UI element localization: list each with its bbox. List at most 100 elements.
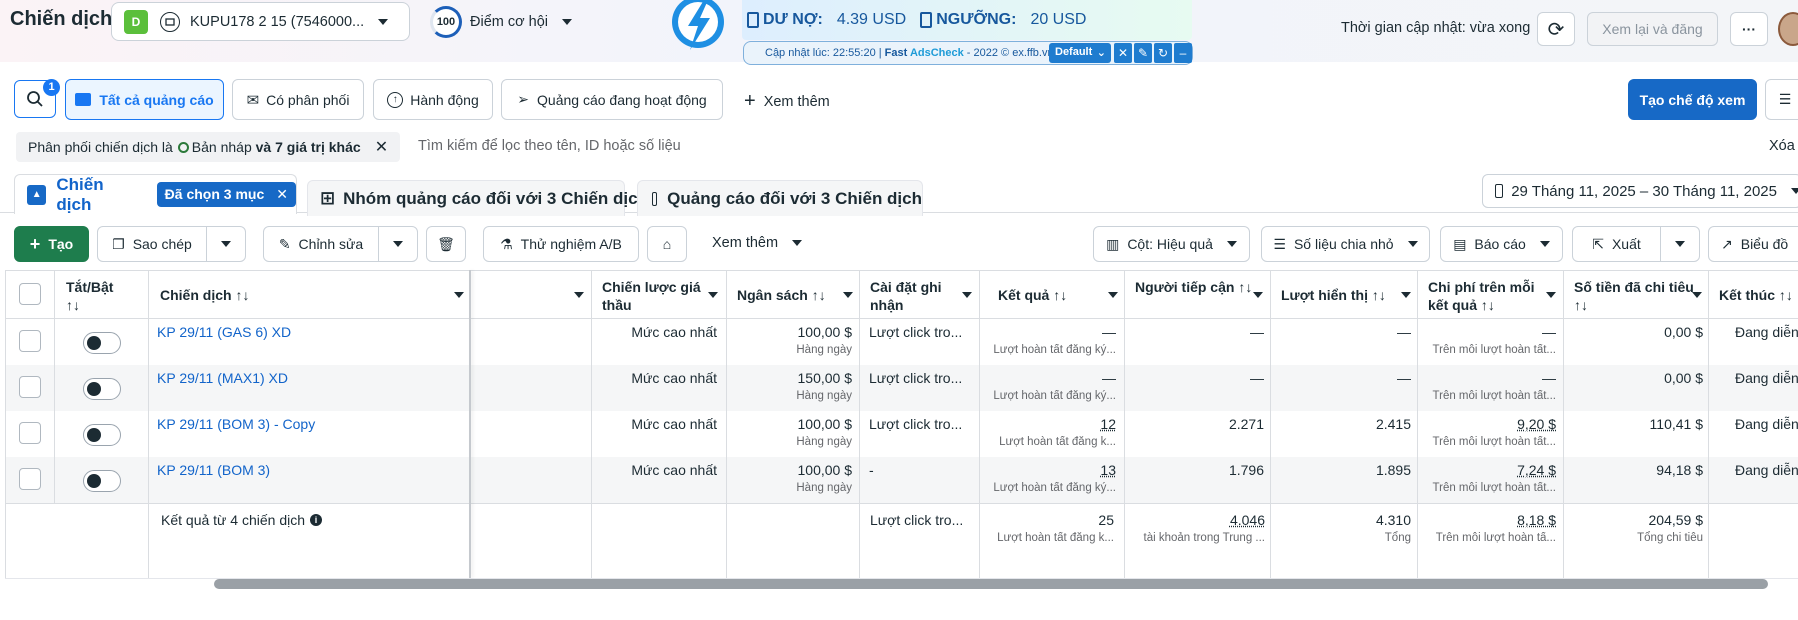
- chevron-down-icon: [792, 240, 803, 246]
- budget-sub: Hàng ngày: [796, 436, 852, 448]
- col-impressions[interactable]: Lượt hiển thị ↑↓: [1271, 272, 1417, 320]
- ab-test-button[interactable]: ⚗ Thử nghiệm A/B: [483, 226, 639, 262]
- filter-chip[interactable]: Phân phối chiến dịch là Bản nháp và 7 gi…: [16, 132, 400, 162]
- campaign-toggle[interactable]: [83, 470, 121, 492]
- edit-dropdown[interactable]: [378, 226, 418, 262]
- create-view-button[interactable]: Tạo chế độ xem: [1628, 79, 1757, 120]
- active-ads-tab[interactable]: ➢ Quảng cáo đang hoạt động: [501, 79, 723, 120]
- refresh-icon[interactable]: ↻: [1154, 43, 1172, 63]
- tag-button[interactable]: ⌂: [647, 226, 687, 262]
- col-attribution[interactable]: Cài đặt ghi nhận: [860, 272, 979, 320]
- actions-tab[interactable]: ↑ Hành động: [373, 79, 493, 120]
- col-amount-spent[interactable]: Số tiền đã chi tiêu ↑↓: [1564, 272, 1708, 320]
- export-button[interactable]: ⇱ Xuất: [1572, 226, 1661, 262]
- chart-button[interactable]: ↗ Biểu đồ: [1708, 226, 1798, 262]
- campaign-name-link[interactable]: KP 29/11 (BOM 3) - Copy: [157, 416, 315, 432]
- edit-button[interactable]: ✎ Chỉnh sửa: [263, 226, 379, 262]
- export-dropdown[interactable]: [1660, 226, 1700, 262]
- duplicate-dropdown[interactable]: [206, 226, 246, 262]
- impressions-cell: —: [1397, 370, 1411, 386]
- mode-select[interactable]: Default ⌄: [1049, 43, 1111, 63]
- bid-strategy-cell: Mức cao nhất: [631, 416, 717, 432]
- close-icon[interactable]: ✕: [375, 137, 388, 157]
- col-campaign[interactable]: Chiến dịch ↑↓: [150, 272, 468, 320]
- extension-updated: Cập nhật lúc: 22:55:20 | Fast AdsCheck -…: [765, 47, 1054, 59]
- settings-button[interactable]: ☰: [1765, 79, 1798, 120]
- col-budget[interactable]: Ngân sách ↑↓: [727, 272, 859, 320]
- chevron-down-icon: [1226, 241, 1237, 247]
- close-icon[interactable]: ✕: [276, 186, 288, 202]
- impressions-cell: 2.415: [1375, 416, 1411, 432]
- opportunity-score[interactable]: 100 Điểm cơ hội: [430, 6, 573, 38]
- has-delivery-tab[interactable]: ✉ Có phân phối: [232, 79, 364, 120]
- tab-ads[interactable]: Quảng cáo đối với 3 Chiến dịch: [637, 180, 923, 216]
- reach-cell: —: [1250, 324, 1264, 340]
- chevron-down-icon: [1675, 241, 1685, 247]
- review-publish-button[interactable]: Xem lại và đăng: [1587, 12, 1718, 46]
- breakdown-button[interactable]: ☰ Số liệu chia nhỏ: [1261, 226, 1430, 262]
- minimize-icon[interactable]: –: [1174, 43, 1192, 63]
- table-top-border: [5, 270, 1798, 271]
- results-cell: —: [1102, 370, 1116, 386]
- col-reach[interactable]: Người tiếp cận ↑↓: [1125, 272, 1270, 320]
- row-checkbox[interactable]: [19, 422, 41, 444]
- info-icon[interactable]: i: [310, 514, 323, 526]
- ends-cell: Đang diễn: [1735, 416, 1798, 432]
- campaign-toggle[interactable]: [83, 424, 121, 446]
- budget-cell: 100,00 $: [797, 462, 853, 478]
- collapse-icon[interactable]: ✕: [1114, 43, 1132, 63]
- col-results[interactable]: Kết quả ↑↓: [980, 272, 1124, 320]
- reports-button[interactable]: ▤ Báo cáo: [1440, 226, 1563, 262]
- results-cell: —: [1102, 324, 1116, 340]
- more-options-button[interactable]: ···: [1730, 12, 1768, 46]
- threshold-value: 20 USD: [1030, 11, 1087, 28]
- totals-cpr: 8,18 $: [1517, 512, 1556, 528]
- ad-icon: [652, 191, 658, 206]
- all-ads-tab[interactable]: Tất cả quảng cáo: [65, 79, 224, 120]
- see-more-tabs[interactable]: + Xem thêm: [744, 90, 830, 113]
- budget-sub: Hàng ngày: [796, 344, 852, 356]
- col-ends[interactable]: Kết thúc ↑↓: [1709, 272, 1798, 320]
- cpr-sub: Trên mỗi lượt hoàn tất...: [1432, 482, 1556, 494]
- debt-value: 4.39 USD: [836, 11, 907, 28]
- tab-adsets[interactable]: ⊞ Nhóm quảng cáo đối với 3 Chiến dịch: [307, 180, 648, 216]
- campaign-toggle[interactable]: [83, 378, 121, 400]
- attribution-cell: Lượt click tro...: [869, 370, 963, 386]
- debt-info: DƯ NỢ: 4.39 USD NGƯỠNG: 20 USD: [747, 11, 1086, 29]
- reach-cell: —: [1250, 370, 1264, 386]
- refresh-button[interactable]: ⟳: [1537, 12, 1575, 46]
- date-range-picker[interactable]: 29 Tháng 11, 2025 – 30 Tháng 11, 2025: [1482, 174, 1798, 208]
- col-cost-per-result[interactable]: Chi phí trên mỗi kết quả ↑↓: [1418, 272, 1563, 320]
- account-selector[interactable]: D KUPU178 2 15 (7546000...: [111, 2, 410, 41]
- horizontal-scrollbar[interactable]: [214, 579, 1768, 589]
- create-button[interactable]: + Tạo: [14, 226, 89, 262]
- totals-reach-sub: tài khoản trong Trung ...: [1143, 532, 1265, 544]
- select-all-checkbox[interactable]: [19, 283, 41, 305]
- edit-icon[interactable]: ✎: [1134, 43, 1152, 63]
- clear-filter-link[interactable]: Xóa: [1769, 138, 1795, 154]
- col-bid-strategy[interactable]: Chiến lược giá thầu: [592, 272, 726, 320]
- row-checkbox[interactable]: [19, 330, 41, 352]
- col-hidden-dropdown[interactable]: [574, 292, 584, 298]
- row-checkbox[interactable]: [19, 376, 41, 398]
- see-more-actions[interactable]: Xem thêm: [712, 235, 803, 251]
- campaign-name-link[interactable]: KP 29/11 (MAX1) XD: [157, 370, 288, 386]
- score-ring-icon: 100: [430, 6, 462, 38]
- sliders-icon: ☰: [1778, 91, 1792, 107]
- col-onoff[interactable]: Tắt/Bật ↑↓: [56, 272, 148, 320]
- debt-label: DƯ NỢ:: [763, 11, 823, 28]
- campaign-name-link[interactable]: KP 29/11 (BOM 3): [157, 462, 270, 478]
- delete-button[interactable]: 🗑: [426, 226, 466, 262]
- duplicate-button[interactable]: ❐ Sao chép: [97, 226, 207, 262]
- campaign-toggle[interactable]: [83, 332, 121, 354]
- filter-search-input[interactable]: Tìm kiếm để lọc theo tên, ID hoặc số liệ…: [418, 138, 681, 154]
- columns-button[interactable]: ▥ Cột: Hiệu quả: [1093, 226, 1250, 262]
- row-checkbox[interactable]: [19, 468, 41, 490]
- campaign-name-link[interactable]: KP 29/11 (GAS 6) XD: [157, 324, 291, 340]
- pencil-icon: ✎: [278, 235, 291, 252]
- cpr-cell: —: [1542, 324, 1556, 340]
- results-sub: Lượt hoàn tất đăng k...: [999, 436, 1116, 448]
- totals-results-sub: Lượt hoàn tất đăng k...: [997, 532, 1114, 544]
- totals-impressions: 4.310: [1375, 512, 1411, 528]
- tab-campaigns[interactable]: ▲ Chiến dịch Đã chọn 3 mục ✕: [14, 174, 297, 214]
